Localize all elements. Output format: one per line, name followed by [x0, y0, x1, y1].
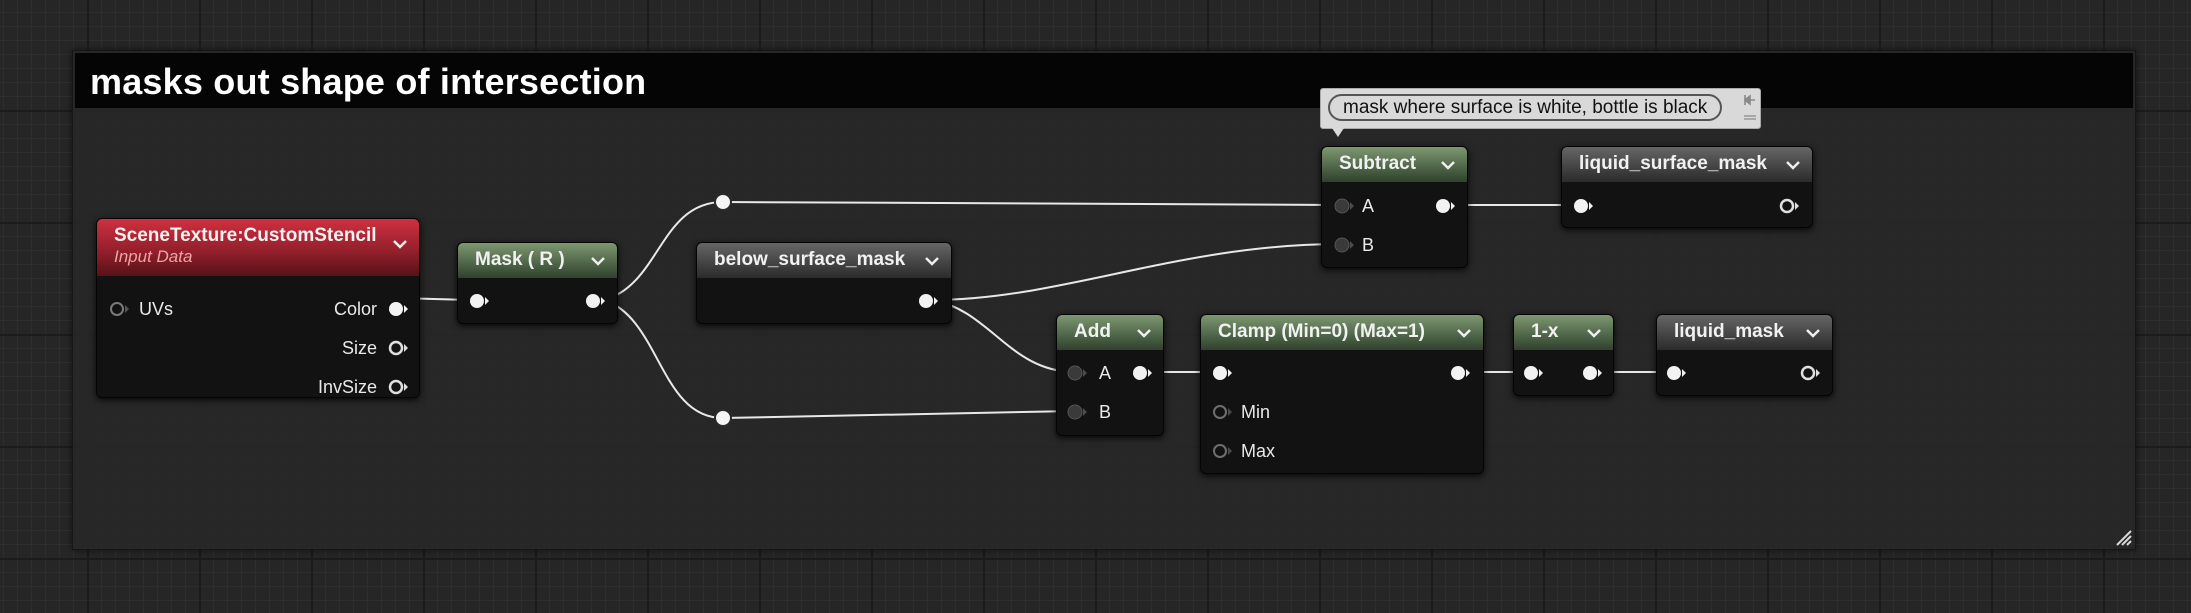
node-header[interactable]: Add — [1057, 315, 1163, 350]
chevron-down-icon[interactable] — [1785, 160, 1801, 170]
input-pin-max-icon[interactable] — [1211, 441, 1235, 461]
node-subtitle: Input Data — [114, 247, 193, 266]
chevron-down-icon[interactable] — [1805, 328, 1821, 338]
output-pin-icon[interactable] — [1778, 196, 1802, 216]
input-pin-a-icon[interactable] — [1066, 363, 1090, 383]
pin-label-b: B — [1362, 235, 1375, 255]
pin-label-color: Color — [333, 299, 377, 319]
output-pin-icon[interactable] — [1434, 196, 1458, 216]
pin-label-size: Size — [341, 338, 377, 358]
input-pin-uvs-icon[interactable] — [108, 299, 132, 319]
node-header[interactable]: liquid_surface_mask — [1562, 147, 1812, 182]
output-pin-invsize-icon[interactable] — [387, 377, 411, 397]
output-pin-icon[interactable] — [1799, 363, 1823, 383]
output-pin-icon[interactable] — [1131, 363, 1155, 383]
input-pin-icon[interactable] — [1522, 363, 1546, 383]
chevron-down-icon[interactable] — [392, 239, 408, 249]
node-comment-text: mask where surface is white, bottle is b… — [1328, 94, 1723, 121]
output-pin-icon[interactable] — [1449, 363, 1473, 383]
node-title: Clamp (Min=0) (Max=1) — [1218, 321, 1425, 342]
input-pin-a-icon[interactable] — [1333, 196, 1357, 216]
pin-label-a: A — [1362, 196, 1375, 216]
chevron-down-icon[interactable] — [1456, 328, 1472, 338]
output-pin-color-icon[interactable] — [387, 299, 411, 319]
comment-title: masks out shape of intersection — [90, 61, 647, 102]
resize-grip-icon[interactable] — [2113, 527, 2133, 547]
node-comment-bubble[interactable]: mask where surface is white, bottle is b… — [1320, 88, 1761, 137]
input-pin-icon[interactable] — [1572, 196, 1596, 216]
node-header[interactable]: 1-x — [1514, 315, 1613, 350]
node-scene-texture[interactable]: SceneTexture:CustomStencil Input Data UV… — [96, 218, 420, 398]
input-pin-icon[interactable] — [1211, 363, 1235, 383]
node-liquid-surface-mask[interactable]: liquid_surface_mask — [1561, 146, 1813, 228]
node-mask-r[interactable]: Mask ( R ) — [457, 242, 618, 324]
input-pin-b-icon[interactable] — [1066, 402, 1090, 422]
output-pin-icon[interactable] — [584, 291, 608, 311]
pin-label-min: Min — [1241, 402, 1271, 422]
node-header[interactable]: below_surface_mask — [697, 243, 951, 278]
node-title: below_surface_mask — [714, 249, 906, 270]
input-pin-icon[interactable] — [468, 291, 492, 311]
pin-comment-icon[interactable] — [1743, 93, 1757, 107]
pin-label-invsize: InvSize — [317, 377, 377, 397]
pin-label-max: Max — [1241, 441, 1276, 461]
node-header[interactable]: Subtract — [1322, 147, 1467, 182]
chevron-down-icon[interactable] — [1440, 160, 1456, 170]
node-liquid-mask[interactable]: liquid_mask — [1656, 314, 1833, 396]
node-title: liquid_surface_mask — [1579, 153, 1767, 174]
chevron-down-icon[interactable] — [1586, 328, 1602, 338]
input-pin-icon[interactable] — [1665, 363, 1689, 383]
node-subtract[interactable]: Subtract A B — [1321, 146, 1468, 268]
node-header[interactable]: Mask ( R ) — [458, 243, 617, 278]
node-one-minus[interactable]: 1-x — [1513, 314, 1614, 396]
chevron-down-icon[interactable] — [1136, 328, 1152, 338]
output-pin-icon[interactable] — [917, 291, 941, 311]
chevron-down-icon[interactable] — [924, 256, 940, 266]
comment-header[interactable]: masks out shape of intersection — [75, 53, 2133, 108]
node-header[interactable]: Clamp (Min=0) (Max=1) — [1201, 315, 1483, 350]
node-title: SceneTexture:CustomStencil — [114, 225, 377, 246]
node-clamp[interactable]: Clamp (Min=0) (Max=1) Min Max — [1200, 314, 1484, 474]
pin-label-uvs: UVs — [139, 299, 174, 319]
comment-grip-icon[interactable] — [1743, 112, 1757, 122]
node-below-surface-mask[interactable]: below_surface_mask — [696, 242, 952, 324]
input-pin-min-icon[interactable] — [1211, 402, 1235, 422]
node-header[interactable]: SceneTexture:CustomStencil Input Data — [97, 219, 419, 276]
bubble-tail — [1332, 128, 1344, 137]
node-header[interactable]: liquid_mask — [1657, 315, 1832, 350]
output-pin-size-icon[interactable] — [387, 338, 411, 358]
pin-label-b: B — [1099, 402, 1112, 422]
input-pin-b-icon[interactable] — [1333, 235, 1357, 255]
node-add[interactable]: Add A B — [1056, 314, 1164, 436]
chevron-down-icon[interactable] — [590, 256, 606, 266]
output-pin-icon[interactable] — [1581, 363, 1605, 383]
pin-label-a: A — [1099, 363, 1112, 383]
